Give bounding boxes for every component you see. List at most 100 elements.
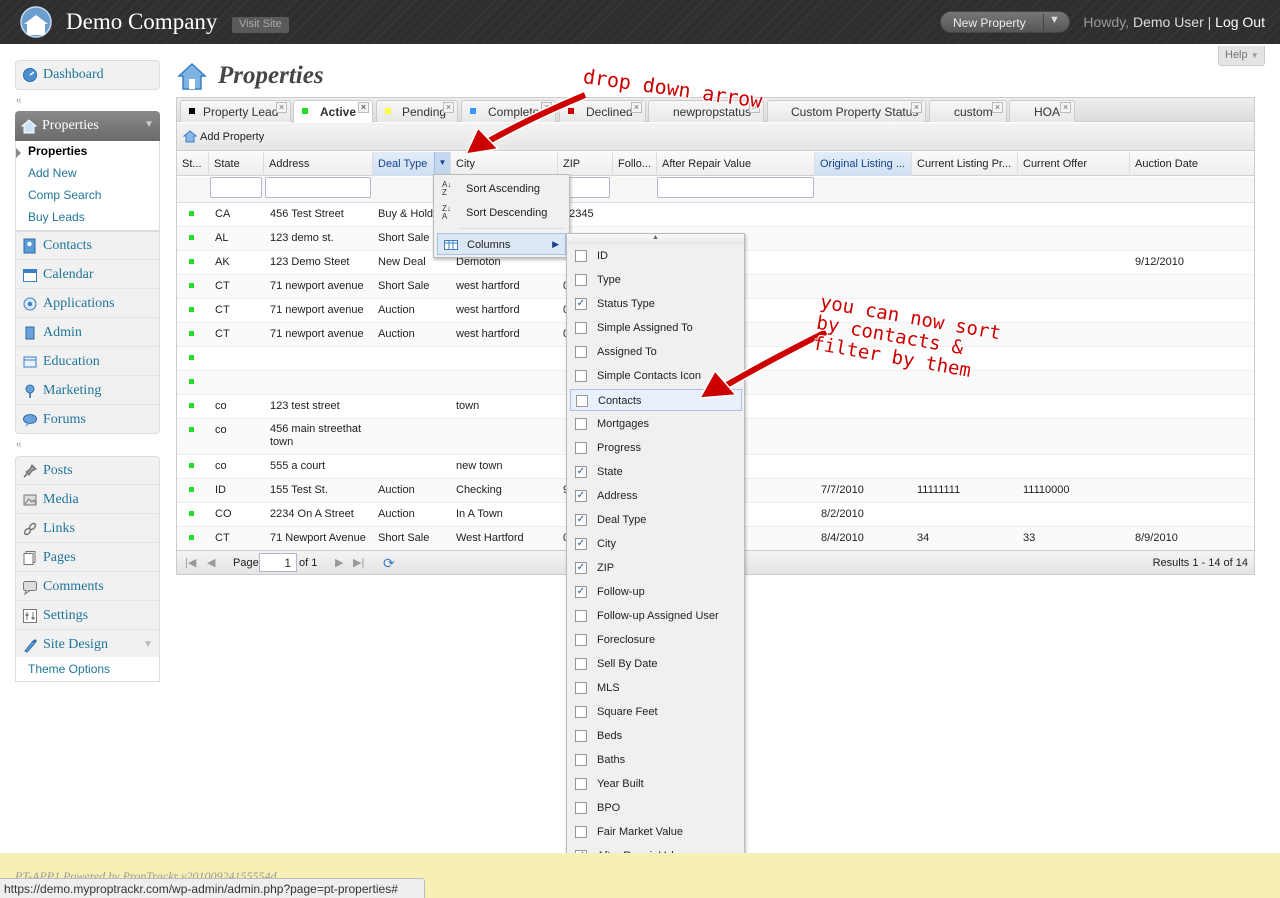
checkbox[interactable] — [575, 634, 587, 646]
tab-label[interactable]: Custom Property Status — [791, 105, 918, 119]
sidebar-item-label[interactable]: Properties — [42, 118, 99, 134]
sidebar-item-label[interactable]: Dashboard — [43, 67, 104, 83]
column-toggle-progress[interactable]: Progress — [570, 437, 742, 459]
sidebar-item-forums[interactable]: Forums — [16, 406, 159, 434]
new-property-button[interactable]: New Property ▼ — [940, 11, 1070, 33]
column-toggle-label[interactable]: BPO — [597, 802, 620, 814]
tab-label[interactable]: Property Lead — [203, 105, 278, 119]
submenu-comp-search[interactable]: Comp Search — [28, 188, 101, 202]
column-toggle-beds[interactable]: Beds — [570, 725, 742, 747]
column-toggle-mortgages[interactable]: Mortgages — [570, 413, 742, 435]
checkbox[interactable] — [575, 658, 587, 670]
checkbox[interactable] — [575, 346, 587, 358]
checkbox[interactable] — [575, 418, 587, 430]
sidebar-item-pages[interactable]: Pages — [16, 544, 159, 572]
checkbox[interactable] — [575, 274, 587, 286]
column-header-city[interactable]: City — [451, 152, 558, 176]
column-header-original-listing[interactable]: Original Listing ... — [815, 152, 912, 176]
column-toggle-follow-up[interactable]: ✓ Follow-up — [570, 581, 742, 603]
tab-label[interactable]: Completed — [488, 105, 546, 119]
sidebar-item-label[interactable]: Site Design — [43, 637, 108, 653]
column-toggle-follow-up-assigned-user[interactable]: Follow-up Assigned User — [570, 605, 742, 627]
help-label[interactable]: Help — [1225, 49, 1248, 61]
checkbox[interactable] — [575, 730, 587, 742]
tab-custom[interactable]: custom × — [929, 100, 1007, 122]
checkbox[interactable]: ✓ — [575, 562, 587, 574]
sidebar-item-calendar[interactable]: Calendar — [16, 261, 159, 289]
close-icon[interactable]: × — [276, 102, 287, 113]
sidebar-item-comments[interactable]: Comments — [16, 573, 159, 601]
column-toggle-label[interactable]: ZIP — [597, 562, 614, 574]
sidebar-item-label[interactable]: Education — [43, 354, 100, 370]
tab-property-lead[interactable]: Property Lead × — [180, 100, 291, 122]
column-toggle-label[interactable]: Fair Market Value — [597, 826, 683, 838]
site-title[interactable]: Demo Company — [66, 9, 217, 35]
first-page-icon[interactable]: |◀ — [185, 556, 196, 569]
column-toggle-label[interactable]: Foreclosure — [597, 634, 655, 646]
column-toggle-bpo[interactable]: BPO — [570, 797, 742, 819]
column-toggle-state[interactable]: ✓ State — [570, 461, 742, 483]
tab-active[interactable]: Active × — [293, 100, 373, 123]
sort-ascending-item[interactable]: A↓ Z Sort Ascending — [437, 178, 566, 200]
sidebar-item-site-design[interactable]: Site Design ▼ — [16, 631, 159, 659]
sort-descending-item[interactable]: Z↓ A Sort Descending — [437, 202, 566, 224]
add-property-label[interactable]: Add Property — [200, 131, 264, 143]
refresh-icon[interactable]: ⟳ — [383, 555, 395, 572]
column-toggle-contacts[interactable]: Contacts — [570, 389, 742, 411]
checkbox[interactable] — [575, 442, 587, 454]
sidebar-item-label[interactable]: Contacts — [43, 238, 92, 254]
last-page-icon[interactable]: ▶| — [353, 556, 364, 569]
sidebar-item-label[interactable]: Links — [43, 521, 75, 537]
prev-page-icon[interactable]: ◀ — [207, 556, 215, 569]
checkbox[interactable] — [575, 370, 587, 382]
column-toggle-label[interactable]: ID — [597, 250, 608, 262]
close-icon[interactable]: × — [1060, 102, 1071, 113]
sidebar-item-links[interactable]: Links — [16, 515, 159, 543]
visit-site-button[interactable]: Visit Site — [232, 17, 289, 33]
column-toggle-label[interactable]: Address — [597, 490, 637, 502]
tab-custom-property-status[interactable]: Custom Property Status × — [767, 100, 926, 122]
column-toggle-label[interactable]: Deal Type — [597, 514, 646, 526]
column-toggle-year-built[interactable]: Year Built — [570, 773, 742, 795]
submenu-properties[interactable]: Properties — [28, 144, 87, 158]
sidebar-item-properties[interactable]: Properties ▼ — [15, 111, 160, 141]
checkbox[interactable]: ✓ — [575, 586, 587, 598]
column-header-label[interactable]: Deal Type — [378, 158, 427, 170]
page-number-input[interactable]: 1 — [259, 553, 297, 572]
submenu-buy-leads[interactable]: Buy Leads — [28, 210, 85, 224]
column-toggle-id[interactable]: ID — [570, 245, 742, 267]
next-page-icon[interactable]: ▶ — [335, 556, 343, 569]
column-toggle-label[interactable]: Follow-up Assigned User — [597, 610, 719, 622]
dropdown-arrow-icon[interactable]: ▼ — [434, 152, 450, 176]
add-property-button[interactable]: Add Property — [183, 129, 264, 143]
column-toggle-label[interactable]: Baths — [597, 754, 625, 766]
sidebar-item-label[interactable]: Marketing — [43, 383, 101, 399]
column-toggle-label[interactable]: Year Built — [597, 778, 644, 790]
close-icon[interactable]: × — [992, 102, 1003, 113]
sidebar-item-label[interactable]: Admin — [43, 325, 82, 341]
columns-item[interactable]: Columns ▶ — [437, 233, 566, 255]
column-header-current-offer[interactable]: Current Offer — [1018, 152, 1130, 176]
column-header-auction-date[interactable]: Auction Date — [1130, 152, 1254, 176]
state-filter-input[interactable] — [210, 177, 262, 198]
chevron-down-icon[interactable]: ▼ — [144, 119, 154, 130]
close-icon[interactable]: × — [911, 102, 922, 113]
checkbox[interactable] — [575, 754, 587, 766]
column-toggle-label[interactable]: State — [597, 466, 623, 478]
tab-label[interactable]: Declined — [586, 105, 633, 119]
checkbox[interactable]: ✓ — [575, 538, 587, 550]
close-icon[interactable]: × — [541, 102, 552, 113]
collapse-arrow-icon[interactable]: « — [16, 439, 22, 450]
column-toggle-sell-by-date[interactable]: Sell By Date — [570, 653, 742, 675]
house-logo-icon[interactable] — [18, 6, 54, 38]
sidebar-item-education[interactable]: Education — [16, 348, 159, 376]
menu-item-label[interactable]: Sort Descending — [466, 207, 547, 219]
scroll-up-icon[interactable]: ▲ — [567, 234, 744, 244]
sidebar-item-label[interactable]: Settings — [43, 608, 88, 624]
sidebar-item-dashboard[interactable]: Dashboard — [16, 61, 159, 89]
sidebar-item-label[interactable]: Media — [43, 492, 79, 508]
tab-label[interactable]: HOA — [1034, 105, 1060, 119]
column-header-follow-up[interactable]: Follo... — [613, 152, 657, 176]
table-row[interactable]: CA 456 Test Street Buy & Hold 12345 — [177, 203, 1254, 227]
dropdown-arrow-icon[interactable]: ▼ — [1049, 14, 1060, 26]
